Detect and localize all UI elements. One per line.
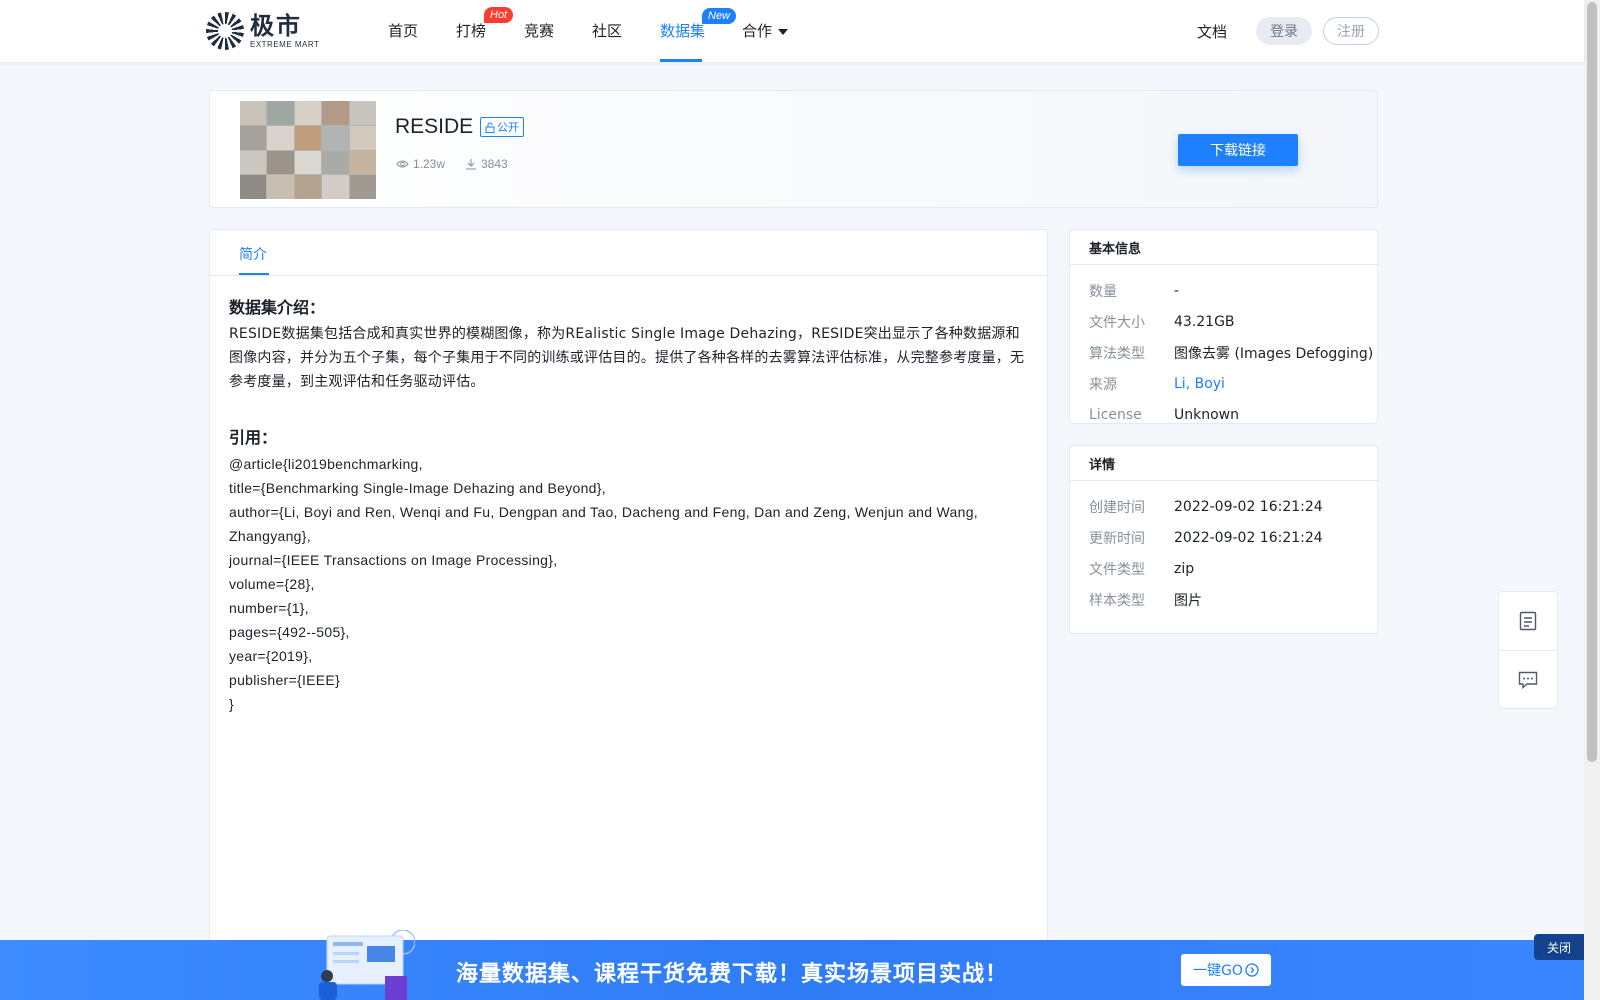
brand-name-en: EXTREME MART — [250, 39, 320, 49]
info-value: Unknown — [1174, 406, 1239, 423]
citation-line: year={2019}, — [229, 648, 313, 664]
nav-cooperation[interactable]: 合作 — [742, 20, 789, 41]
citation-block: @article{li2019benchmarking, title={Benc… — [229, 452, 1028, 716]
detail-row-file-type: 文件类型 zip — [1070, 553, 1377, 584]
info-value: 43.21GB — [1174, 313, 1235, 330]
brand-logo[interactable]: 极市 EXTREME MART — [206, 12, 319, 50]
citation-line: title={Benchmarking Single-Image Dehazin… — [229, 480, 606, 496]
info-value: 图像去雾 (Images Defogging) — [1174, 345, 1374, 362]
detail-label: 更新时间 — [1089, 530, 1145, 547]
dataset-thumbnail — [240, 101, 376, 199]
details-card: 详情 创建时间 2022-09-02 16:21:24 更新时间 2022-09… — [1069, 445, 1378, 634]
citation-line: publisher={IEEE} — [229, 672, 341, 688]
nav-docs[interactable]: 文档 — [1197, 21, 1227, 42]
basic-info-card: 基本信息 数量 - 文件大小 43.21GB 算法类型 图像去雾 (Images… — [1069, 229, 1378, 424]
float-notes-button[interactable] — [1499, 592, 1557, 650]
info-value: - — [1174, 282, 1180, 299]
views-count: 1.23w — [413, 157, 446, 171]
hot-badge: Hot — [484, 7, 514, 23]
nav-datasets[interactable]: 数据集 — [660, 20, 705, 41]
info-label: 算法类型 — [1089, 345, 1145, 362]
banner-go-button[interactable]: 一键GO — [1181, 954, 1271, 986]
unlock-icon — [485, 122, 495, 133]
brand-name-cn: 极市 — [250, 11, 302, 40]
tab-bar: 简介 — [210, 230, 1047, 276]
promo-banner: 海量数据集、课程干货免费下载！真实场景项目实战！ 一键GO 关闭 — [0, 930, 1584, 1000]
info-row-source: 来源 Li, Boyi — [1070, 368, 1377, 399]
nav-active-indicator — [660, 59, 702, 62]
citation-line: volume={28}, — [229, 576, 315, 592]
citation-heading: 引用： — [229, 428, 278, 447]
new-badge: New — [702, 8, 737, 24]
detail-row-sample-type: 样本类型 图片 — [1070, 584, 1377, 615]
top-navbar: 极市 EXTREME MART 首页 打榜 Hot 竞赛 社区 数据集 New … — [0, 0, 1584, 62]
nav-cooperation-label: 合作 — [742, 22, 773, 40]
citation-line: author={Li, Boyi and Ren, Wenqi and Fu, … — [229, 504, 978, 544]
detail-value: 2022-09-02 16:21:24 — [1174, 498, 1323, 515]
citation-line: journal={IEEE Transactions on Image Proc… — [229, 552, 558, 568]
eye-icon — [396, 160, 409, 168]
details-title: 详情 — [1070, 446, 1377, 481]
intro-text: RESIDE数据集包括合成和真实世界的模糊图像，称为REalistic Sing… — [229, 326, 1025, 390]
document-icon — [1519, 611, 1537, 631]
nav-home[interactable]: 首页 — [388, 20, 418, 41]
promo-illustration-icon — [319, 930, 415, 1000]
views-stat: 1.23w — [396, 157, 445, 171]
scrollbar-thumb[interactable] — [1587, 2, 1597, 762]
visibility-label: 公开 — [497, 121, 519, 134]
chat-icon — [1518, 671, 1538, 689]
nav-competition[interactable]: 竞赛 — [524, 20, 554, 41]
info-row-algorithm: 算法类型 图像去雾 (Images Defogging) — [1070, 337, 1377, 368]
caret-down-icon — [778, 28, 789, 35]
intro-content: 数据集介绍： RESIDE数据集包括合成和真实世界的模糊图像，称为REalist… — [210, 276, 1047, 716]
visibility-tag: 公开 — [480, 117, 524, 137]
banner-close-button[interactable]: 关闭 — [1534, 934, 1584, 960]
detail-value: zip — [1174, 560, 1195, 577]
nav-leaderboard[interactable]: 打榜 — [456, 20, 486, 41]
citation-line: @article{li2019benchmarking, — [229, 456, 423, 472]
citation-line: } — [229, 696, 234, 712]
login-button[interactable]: 登录 — [1256, 17, 1312, 45]
info-label: License — [1089, 406, 1142, 423]
info-label: 文件大小 — [1089, 314, 1145, 331]
citation-line: pages={492--505}, — [229, 624, 350, 640]
detail-value: 2022-09-02 16:21:24 — [1174, 529, 1323, 546]
tab-intro[interactable]: 简介 — [239, 244, 267, 264]
dataset-title: RESIDE — [395, 115, 474, 138]
info-row-count: 数量 - — [1070, 275, 1377, 306]
banner-go-label: 一键GO — [1193, 963, 1243, 979]
detail-value: 图片 — [1174, 592, 1202, 609]
banner-text: 海量数据集、课程干货免费下载！真实场景项目实战！ — [456, 961, 1009, 987]
citation-line: number={1}, — [229, 600, 309, 616]
source-link[interactable]: Li, Boyi — [1174, 376, 1225, 392]
tab-active-indicator — [239, 273, 269, 275]
detail-row-updated: 更新时间 2022-09-02 16:21:24 — [1070, 522, 1377, 553]
info-row-file-size: 文件大小 43.21GB — [1070, 306, 1377, 337]
detail-row-created: 创建时间 2022-09-02 16:21:24 — [1070, 491, 1377, 522]
download-link-button[interactable]: 下载链接 — [1178, 134, 1298, 166]
float-feedback-button[interactable] — [1499, 650, 1557, 708]
dataset-main-card: 简介 数据集介绍： RESIDE数据集包括合成和真实世界的模糊图像，称为REal… — [209, 229, 1048, 1000]
dataset-header-card: RESIDE 公开 1.23w 3843 下载链接 — [209, 90, 1378, 208]
detail-label: 样本类型 — [1089, 592, 1145, 609]
arrow-circle-icon — [1245, 963, 1259, 977]
download-icon — [466, 159, 476, 170]
nav-community[interactable]: 社区 — [592, 20, 622, 41]
page-scrollbar[interactable] — [1584, 0, 1600, 1000]
info-row-license: License Unknown — [1070, 399, 1377, 430]
intro-heading: 数据集介绍： — [229, 298, 326, 317]
downloads-count: 3843 — [481, 157, 508, 171]
register-button[interactable]: 注册 — [1323, 17, 1379, 45]
downloads-stat: 3843 — [465, 157, 508, 171]
detail-label: 创建时间 — [1089, 499, 1145, 516]
floating-toolbar — [1498, 591, 1558, 709]
info-label: 数量 — [1089, 283, 1117, 300]
basic-info-title: 基本信息 — [1070, 230, 1377, 265]
logo-mark-icon — [206, 12, 244, 50]
info-label: 来源 — [1089, 376, 1117, 393]
detail-label: 文件类型 — [1089, 561, 1145, 578]
